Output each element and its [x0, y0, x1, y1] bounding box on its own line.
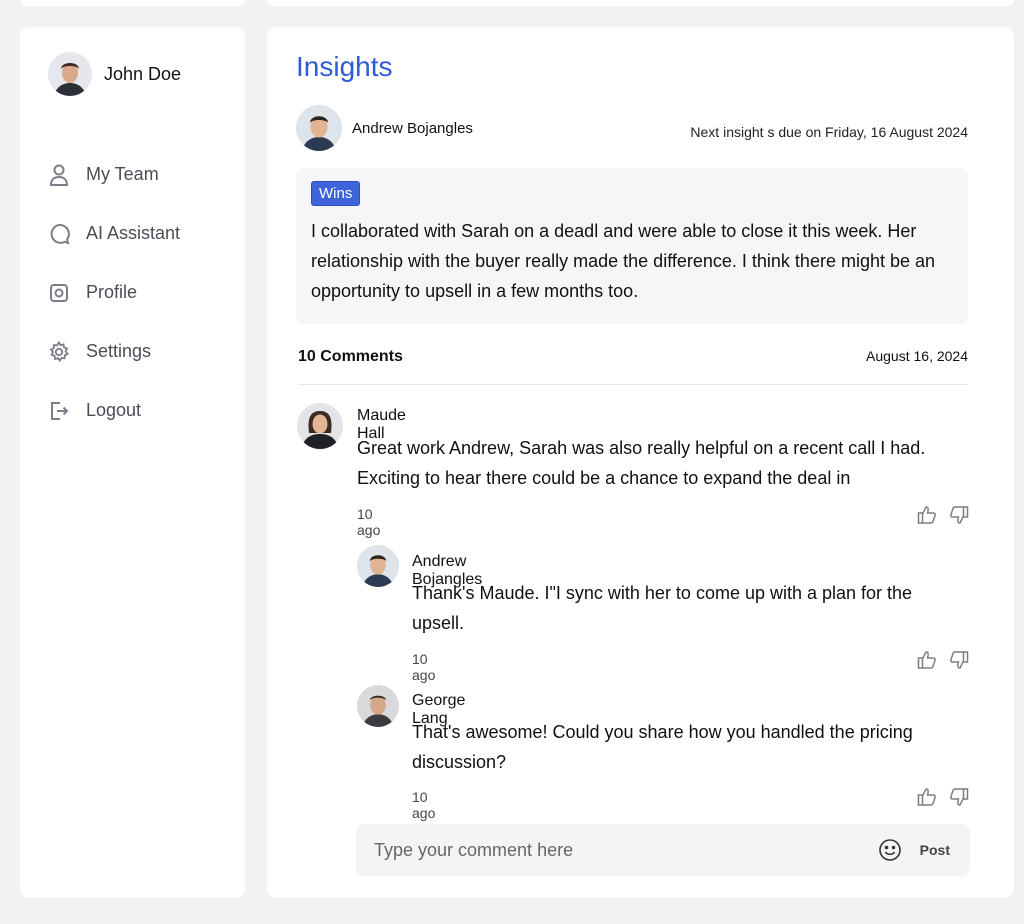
sidebar-item-label: Profile — [86, 282, 138, 302]
top-panel-edge — [267, 0, 1014, 6]
sidebar-item-logout[interactable]: Logout — [48, 381, 180, 440]
chat-bubble-icon — [48, 223, 70, 245]
insight-text: I collaborated with Sarah on a deadl and… — [311, 221, 936, 301]
thumbs-up-icon[interactable] — [916, 504, 938, 526]
comment-text: Thank's Maude. I"I sync with her to come… — [412, 583, 913, 633]
thumbs-up-icon[interactable] — [916, 649, 938, 671]
top-panel-edge — [20, 0, 245, 6]
avatar — [296, 105, 342, 151]
comment-text: Great work Andrew, Sarah was also really… — [357, 438, 926, 488]
comments-header: 10 Comments August 16, 2024 — [298, 348, 968, 366]
person-icon — [48, 164, 70, 186]
sidebar-item-settings[interactable]: Settings — [48, 322, 180, 381]
insight-tag[interactable]: Wins — [311, 181, 361, 206]
sidebar-item-profile[interactable]: Profile — [48, 263, 180, 322]
thumbs-down-icon[interactable] — [948, 504, 970, 526]
comment-text: That's awesome! Could you share how you … — [412, 722, 913, 772]
profile-icon — [48, 282, 70, 304]
avatar — [357, 685, 399, 727]
comment-time: 10 ago — [412, 651, 436, 683]
emoji-icon[interactable] — [878, 838, 902, 862]
sidebar-item-label: Settings — [86, 341, 152, 361]
comment-time: 10 ago — [357, 506, 381, 538]
comment-composer: Post — [356, 824, 970, 876]
user-name: John Doe — [104, 63, 182, 84]
logout-icon — [48, 400, 70, 422]
thumbs-up-icon[interactable] — [916, 786, 938, 808]
sidebar-item-label: My Team — [86, 164, 159, 184]
sidebar-item-label: AI Assistant — [86, 223, 181, 243]
avatar — [357, 545, 399, 587]
comment-votes — [916, 786, 970, 808]
sidebar-nav: My Team AI Assistant Profile Settings Lo… — [48, 145, 180, 440]
comment-votes — [916, 504, 970, 526]
insight-card: Wins I collaborated with Sarah on a dead… — [296, 168, 968, 324]
sidebar-item-my-team[interactable]: My Team — [48, 145, 180, 204]
thumbs-down-icon[interactable] — [948, 649, 970, 671]
sidebar: John Doe My Team AI Assistant Profile Se… — [20, 27, 245, 898]
comment-input[interactable] — [356, 824, 878, 876]
gear-icon — [48, 340, 70, 363]
avatar — [297, 403, 343, 449]
current-user[interactable]: John Doe — [48, 52, 181, 96]
page-title: Insights — [296, 51, 393, 82]
thumbs-down-icon[interactable] — [948, 786, 970, 808]
author-name: Andrew Bojangles — [352, 119, 473, 137]
comment-count: 10 Comments — [298, 348, 403, 365]
insights-panel: Insights Andrew Bojangles Next insight s… — [267, 27, 1014, 898]
sidebar-item-label: Logout — [86, 400, 142, 420]
avatar — [48, 52, 92, 96]
comments-date: August 16, 2024 — [866, 348, 968, 364]
comment-votes — [916, 649, 970, 671]
insight-author[interactable]: Andrew Bojangles — [296, 105, 473, 151]
next-insight-due: Next insight s due on Friday, 16 August … — [690, 124, 968, 140]
divider — [298, 384, 968, 385]
post-button[interactable]: Post — [920, 842, 950, 858]
comment-time: 10 ago — [412, 789, 436, 821]
sidebar-item-ai-assistant[interactable]: AI Assistant — [48, 204, 180, 263]
